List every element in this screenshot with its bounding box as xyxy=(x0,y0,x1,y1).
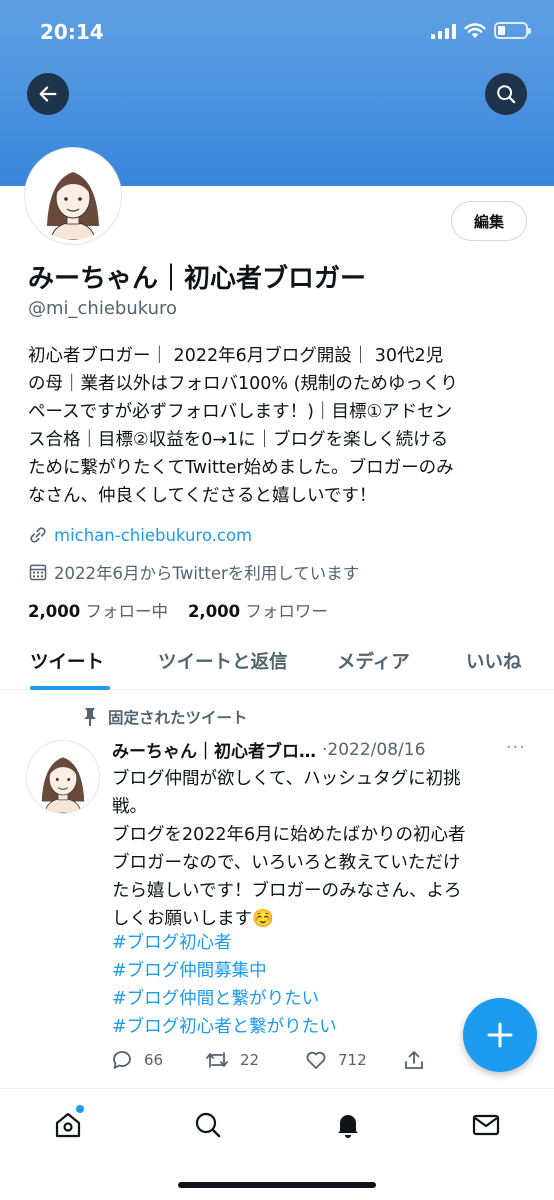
tab-media[interactable]: メディア xyxy=(337,648,410,674)
nav-home[interactable] xyxy=(50,1105,86,1143)
hashtag-link[interactable]: #ブログ仲間と繋がりたい xyxy=(112,985,337,1013)
join-date-row: 2022年6月からTwitterを利用しています xyxy=(28,560,359,584)
tab-tweets[interactable]: ツイート xyxy=(30,648,104,674)
home-indicator xyxy=(178,1182,376,1188)
followers-label: フォロワー xyxy=(245,602,328,621)
following-count: 2,000 xyxy=(28,602,81,621)
edit-profile-button[interactable]: 編集 xyxy=(451,201,527,241)
retweet-icon xyxy=(206,1052,228,1068)
calendar-icon xyxy=(29,564,47,581)
reply-count: 66 xyxy=(144,1051,164,1069)
following-label: フォロー中 xyxy=(85,602,168,621)
mail-icon xyxy=(472,1114,500,1136)
heart-icon xyxy=(306,1051,326,1069)
compose-tweet-button[interactable] xyxy=(463,998,537,1072)
avatar-illustration xyxy=(27,741,99,813)
following-stat[interactable]: 2,000 フォロー中 xyxy=(28,598,168,622)
followers-count: 2,000 xyxy=(187,602,241,621)
join-date: 2022年6月からTwitterを利用しています xyxy=(54,564,360,583)
tweet-date[interactable]: ·2022/08/16 xyxy=(322,740,425,760)
search-icon xyxy=(497,85,516,104)
followers-stat[interactable]: 2,000 フォロワー xyxy=(188,598,328,622)
retweet-button[interactable]: 22 xyxy=(204,1048,259,1072)
profile-link-row: michan-chiebukuro.com xyxy=(28,525,252,545)
profile-bio: 初心者ブロガー｜ 2022年6月ブログ開設｜ 30代2児 の母｜業者以外はフォロ… xyxy=(28,346,458,506)
profile-avatar[interactable] xyxy=(25,148,121,244)
home-icon xyxy=(55,1112,81,1138)
retweet-count: 22 xyxy=(240,1051,260,1069)
nav-notifications[interactable] xyxy=(330,1107,366,1143)
tweet-hashtags: #ブログ初心者 #ブログ仲間募集中 #ブログ仲間と繋がりたい #ブログ初心者と繋… xyxy=(112,929,337,1041)
pin-icon xyxy=(84,708,96,726)
active-tab-indicator xyxy=(30,686,110,690)
hashtag-link[interactable]: #ブログ初心者と繋がりたい xyxy=(112,1013,337,1041)
arrow-left-icon xyxy=(39,86,57,102)
hashtag-link[interactable]: #ブログ初心者 xyxy=(112,929,337,957)
display-name: みーちゃん｜初心者ブロガー xyxy=(28,264,367,294)
link-icon xyxy=(30,527,46,543)
share-icon xyxy=(405,1051,423,1069)
signal-icon xyxy=(431,23,456,39)
tab-tweets-and-replies[interactable]: ツイートと返信 xyxy=(158,648,288,674)
profile-tabs: ツイート ツイートと返信 メディア いいね xyxy=(0,636,554,690)
tweet-text: ブログ仲間が欲しくて、ハッシュタグに初挑 戦。 ブログを2022年6月に始めたば… xyxy=(112,769,466,929)
back-button[interactable] xyxy=(27,73,69,115)
search-icon xyxy=(195,1112,221,1138)
bell-icon xyxy=(338,1115,358,1138)
search-button[interactable] xyxy=(485,73,527,115)
pinned-label-row: 固定されたツイート xyxy=(82,706,248,728)
status-time: 20:14 xyxy=(40,20,104,44)
tweet-header: みーちゃん｜初心者ブロ… ·2022/08/16 ··· xyxy=(112,737,532,762)
pinned-label: 固定されたツイート xyxy=(108,709,248,727)
wifi-icon xyxy=(464,22,486,38)
plus-icon xyxy=(487,1022,513,1048)
tab-likes[interactable]: いいね xyxy=(466,648,522,674)
battery-icon xyxy=(494,22,531,39)
tweet-actions: 66 22 712 xyxy=(110,1048,440,1078)
status-bar: 20:14 xyxy=(0,0,554,66)
profile-website-link[interactable]: michan-chiebukuro.com xyxy=(54,526,252,545)
share-button[interactable] xyxy=(402,1048,426,1072)
reply-button[interactable]: 66 xyxy=(110,1048,163,1072)
tweet-author-name[interactable]: みーちゃん｜初心者ブロ… xyxy=(112,737,316,762)
like-button[interactable]: 712 xyxy=(304,1048,367,1072)
nav-search[interactable] xyxy=(190,1107,226,1143)
more-options-icon[interactable]: ··· xyxy=(506,737,526,758)
user-handle: @mi_chiebukuro xyxy=(28,298,178,319)
tweet-avatar[interactable] xyxy=(26,740,100,814)
reply-icon xyxy=(113,1051,131,1069)
nav-messages[interactable] xyxy=(468,1107,504,1143)
like-count: 712 xyxy=(338,1051,367,1069)
hashtag-link[interactable]: #ブログ仲間募集中 xyxy=(112,957,337,985)
avatar-illustration xyxy=(29,152,117,240)
follow-stats: 2,000 フォロー中 2,000 フォロワー xyxy=(28,598,328,622)
notification-dot xyxy=(76,1105,84,1113)
